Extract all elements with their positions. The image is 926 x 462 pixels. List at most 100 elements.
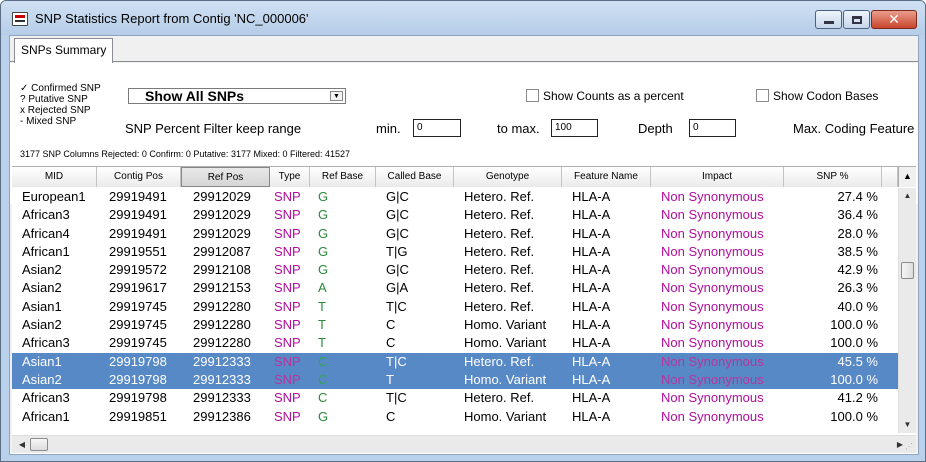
tab-snps-summary[interactable]: SNPs Summary bbox=[14, 38, 114, 63]
cell-mid: African1 bbox=[22, 243, 70, 259]
table-row[interactable]: African1 29919551 29912087 SNP G T|G Hetero. R… bbox=[12, 243, 898, 261]
tab-bar: SNPs Summary bbox=[10, 36, 918, 63]
cell-genotype: Hetero. Ref. bbox=[464, 280, 535, 296]
title-bar[interactable]: SNP Statistics Report from Contig 'NC_00… bbox=[1, 1, 925, 35]
cell-ref-base: G bbox=[318, 262, 329, 278]
max-coding-feature-label: Max. Coding Feature bbox=[793, 121, 915, 136]
min-field[interactable]: 0 bbox=[413, 119, 461, 137]
cell-type: SNP bbox=[274, 189, 301, 204]
cell-ref-base: G bbox=[318, 207, 329, 223]
table-row[interactable]: African4 29919491 29912029 SNP G G|C Hetero. R… bbox=[12, 225, 898, 243]
cell-mid: Asian1 bbox=[22, 353, 62, 369]
col-ref-base[interactable]: Ref Base bbox=[310, 167, 376, 187]
cell-called-base: C bbox=[386, 408, 396, 424]
table-row[interactable]: African3 29919745 29912280 SNP T C Homo. Varia… bbox=[12, 334, 898, 352]
col-impact[interactable]: Impact bbox=[651, 167, 784, 187]
horizontal-scroll-thumb[interactable] bbox=[30, 438, 48, 451]
cell-genotype: Homo. Variant bbox=[464, 317, 547, 333]
max-field[interactable]: 100 bbox=[551, 119, 598, 137]
cell-feature-name: HLA-A bbox=[572, 408, 611, 424]
table-row[interactable]: African1 29919851 29912386 SNP G C Homo. Varia… bbox=[12, 408, 898, 426]
table-row[interactable]: Asian2 29919745 29912280 SNP T C Homo. Variant… bbox=[12, 316, 898, 334]
col-called-base[interactable]: Called Base bbox=[376, 167, 454, 187]
cell-snp-pct: 100.0 % bbox=[830, 335, 878, 351]
horizontal-scrollbar[interactable]: ◀ ▶ ⋰ bbox=[12, 435, 916, 453]
scroll-left-icon[interactable]: ◀ bbox=[14, 436, 30, 453]
show-counts-percent-label: Show Counts as a percent bbox=[543, 89, 684, 103]
cell-feature-name: HLA-A bbox=[572, 353, 611, 369]
cell-mid: Asian2 bbox=[22, 371, 62, 387]
scroll-up-icon[interactable]: ▲ bbox=[899, 188, 916, 204]
cell-impact: Non Synonymous bbox=[661, 353, 764, 369]
col-feature-name[interactable]: Feature Name bbox=[562, 167, 651, 187]
cell-ref-base: T bbox=[318, 335, 326, 351]
cell-mid: Asian2 bbox=[22, 317, 62, 333]
show-counts-percent-checkbox[interactable]: Show Counts as a percent bbox=[526, 89, 684, 103]
cell-type: SNP bbox=[274, 207, 301, 223]
cell-impact: Non Synonymous bbox=[661, 390, 764, 406]
cell-called-base: G|C bbox=[386, 225, 409, 241]
show-snps-select[interactable]: Show All SNPs ▼ bbox=[128, 88, 346, 104]
table-row[interactable]: African3 29919491 29912029 SNP G G|C Hetero. R… bbox=[12, 206, 898, 224]
maximize-icon bbox=[851, 15, 862, 24]
table-row[interactable]: European1 29919491 29912029 SNP G G|C Hetero. … bbox=[12, 188, 898, 206]
cell-feature-name: HLA-A bbox=[572, 390, 611, 406]
cell-mid: African3 bbox=[22, 207, 70, 223]
col-mid[interactable]: MID bbox=[12, 167, 97, 187]
cell-type: SNP bbox=[274, 225, 301, 241]
column-chooser-icon[interactable]: ▲ bbox=[898, 167, 916, 187]
cell-genotype: Hetero. Ref. bbox=[464, 353, 535, 369]
col-snp-pct[interactable]: SNP % bbox=[784, 167, 882, 187]
cell-ref-base: C bbox=[318, 353, 328, 369]
table-row[interactable]: Asian1 29919745 29912280 SNP T T|C Hetero. Ref… bbox=[12, 298, 898, 316]
col-contig-pos[interactable]: Contig Pos bbox=[97, 167, 181, 187]
table-row[interactable]: Asian2 29919617 29912153 SNP A G|A Hetero. Ref… bbox=[12, 279, 898, 297]
col-type[interactable]: Type bbox=[270, 167, 310, 187]
vertical-scrollbar[interactable]: ▲ ▼ bbox=[898, 188, 916, 433]
header-filler bbox=[882, 167, 898, 187]
checkbox-box[interactable] bbox=[526, 89, 539, 102]
cell-mid: Asian1 bbox=[22, 298, 62, 314]
cell-type: SNP bbox=[274, 353, 301, 369]
resize-grip-icon[interactable]: ⋰ bbox=[905, 442, 915, 452]
cell-impact: Non Synonymous bbox=[661, 298, 764, 314]
col-ref-pos[interactable]: Ref Pos bbox=[181, 167, 270, 187]
table-row[interactable]: African3 29919798 29912333 SNP C T|C Hetero. R… bbox=[12, 389, 898, 407]
legend-mixed: - Mixed SNP bbox=[20, 116, 77, 127]
client-area: SNPs Summary ✓ Confirmed SNP ? Putative … bbox=[9, 35, 919, 455]
table-row[interactable]: Asian2 29919572 29912108 SNP G G|C Hetero. Ref… bbox=[12, 261, 898, 279]
close-button[interactable]: ✕ bbox=[871, 10, 917, 29]
maximize-button[interactable] bbox=[843, 10, 870, 29]
cell-ref-pos: 29912333 bbox=[193, 371, 251, 387]
cell-contig-pos: 29919491 bbox=[109, 189, 167, 204]
depth-field[interactable]: 0 bbox=[689, 119, 736, 137]
cell-ref-base: T bbox=[318, 317, 326, 333]
scroll-down-icon[interactable]: ▼ bbox=[899, 417, 916, 433]
max-label: to max. bbox=[497, 121, 540, 136]
table-row[interactable]: Asian1 29919798 29912333 SNP C T|C Hetero. Ref… bbox=[12, 352, 898, 371]
app-icon[interactable] bbox=[12, 12, 28, 26]
cell-contig-pos: 29919617 bbox=[109, 280, 167, 296]
cell-type: SNP bbox=[274, 371, 301, 387]
cell-called-base: T|C bbox=[386, 353, 407, 369]
cell-ref-pos: 29912087 bbox=[193, 243, 251, 259]
cell-type: SNP bbox=[274, 408, 301, 424]
checkbox-box[interactable] bbox=[756, 89, 769, 102]
cell-mid: African1 bbox=[22, 408, 70, 424]
cell-called-base: C bbox=[386, 317, 396, 333]
minimize-button[interactable] bbox=[815, 10, 842, 29]
show-codon-bases-checkbox[interactable]: Show Codon Bases bbox=[756, 89, 878, 103]
cell-contig-pos: 29919572 bbox=[109, 262, 167, 278]
cell-feature-name: HLA-A bbox=[572, 298, 611, 314]
cell-ref-base: T bbox=[318, 298, 326, 314]
col-genotype[interactable]: Genotype bbox=[454, 167, 562, 187]
cell-type: SNP bbox=[274, 390, 301, 406]
table-row[interactable]: Asian2 29919798 29912333 SNP C T Homo. Variant… bbox=[12, 370, 898, 390]
cell-genotype: Hetero. Ref. bbox=[464, 189, 535, 204]
dropdown-arrow-icon[interactable]: ▼ bbox=[330, 91, 343, 101]
cell-mid: Asian2 bbox=[22, 280, 62, 296]
cell-impact: Non Synonymous bbox=[661, 225, 764, 241]
vertical-scroll-thumb[interactable] bbox=[901, 262, 914, 279]
legend-rejected: x Rejected SNP bbox=[20, 105, 91, 116]
cell-called-base: G|C bbox=[386, 262, 409, 278]
